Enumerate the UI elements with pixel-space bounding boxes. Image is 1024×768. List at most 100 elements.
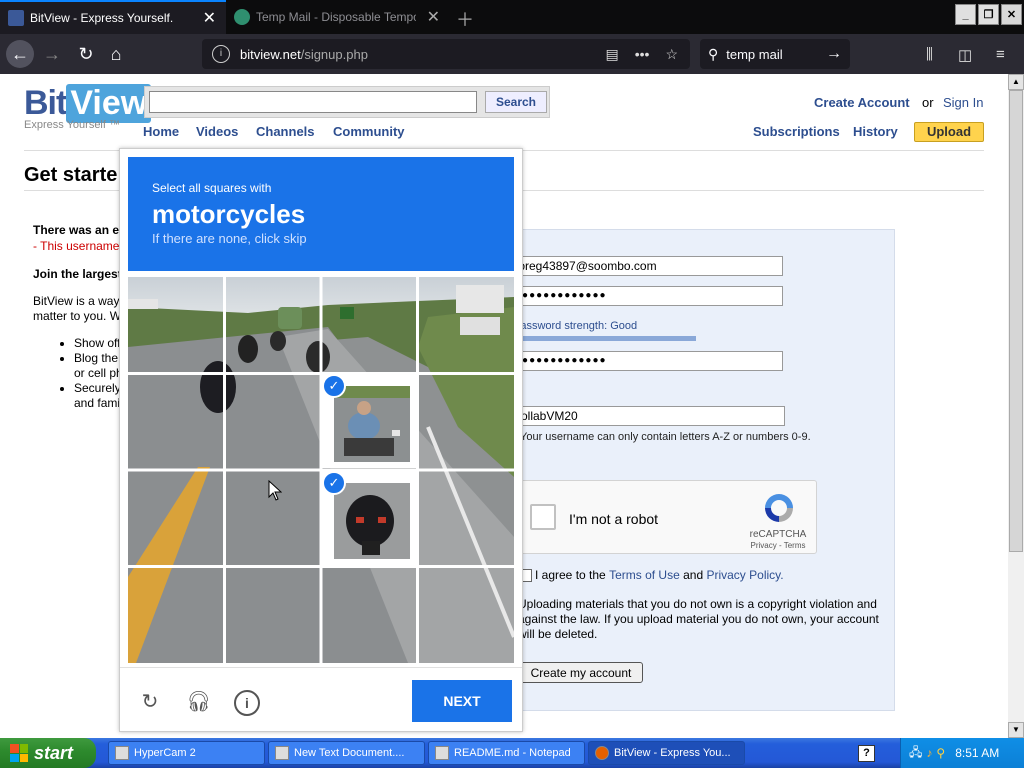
nav-channels[interactable]: Channels xyxy=(256,124,315,139)
mouse-cursor-icon xyxy=(268,480,282,501)
page-title: Get starte xyxy=(24,164,118,186)
history-link[interactable]: History xyxy=(853,124,898,139)
subscriptions-link[interactable]: Subscriptions xyxy=(753,124,840,139)
audio-challenge-headphones-icon[interactable]: 🎧︎ xyxy=(186,690,211,714)
home-icon[interactable]: ⌂ xyxy=(102,40,130,68)
reload-challenge-icon[interactable]: ↻ xyxy=(138,690,162,714)
bookmark-star-icon[interactable]: ☆ xyxy=(665,46,678,63)
tab-close-icon[interactable]: ✕ xyxy=(203,8,216,28)
challenge-instruction: Select all squares with xyxy=(152,181,272,195)
taskbar-item-firefox[interactable]: BitView - Express You... xyxy=(588,741,745,765)
sidebar-icon[interactable]: ◫ xyxy=(958,46,972,64)
join-heading: Join the largest xyxy=(33,267,122,281)
notepad-icon xyxy=(435,746,449,760)
tab-title: Temp Mail - Disposable Temporary E-Mail … xyxy=(256,10,416,24)
bitview-favicon-icon xyxy=(8,10,24,26)
forward-arrow-icon[interactable]: → xyxy=(38,40,66,68)
firefox-icon xyxy=(595,746,609,760)
taskbar-item-hypercam[interactable]: HyperCam 2 xyxy=(108,741,265,765)
privacy-policy-link[interactable]: Privacy Policy. xyxy=(706,568,783,582)
help-info-icon[interactable]: i xyxy=(234,690,260,716)
notepad-icon xyxy=(275,746,289,760)
page-actions-icon[interactable]: ••• xyxy=(635,46,650,63)
nav-home[interactable]: Home xyxy=(143,124,179,139)
scroll-up-icon[interactable]: ▲ xyxy=(1008,74,1024,90)
browser-search-text: temp mail xyxy=(726,46,783,62)
challenge-target: motorcycles xyxy=(152,199,306,229)
reader-view-icon[interactable]: ▤ xyxy=(605,46,618,63)
close-window-button[interactable]: ✕ xyxy=(1001,4,1022,25)
create-account-link[interactable]: Create Account xyxy=(814,95,910,110)
tray-app-icon[interactable]: ♪ xyxy=(926,746,932,760)
start-button[interactable]: start xyxy=(0,738,96,768)
taskbar-item-text-document[interactable]: New Text Document.... xyxy=(268,741,425,765)
confirm-password-field[interactable]: ●●●●●●●●●●●●● xyxy=(510,351,783,371)
create-account-button[interactable]: Create my account xyxy=(519,662,643,683)
list-item: Show off xyxy=(74,336,123,351)
reload-icon[interactable]: ↻ xyxy=(72,40,100,68)
list-item: or cell ph xyxy=(74,366,123,380)
grid-tile-10[interactable]: ✓ xyxy=(322,471,416,565)
upload-button[interactable]: Upload xyxy=(914,122,984,142)
nav-community[interactable]: Community xyxy=(333,124,405,139)
help-question-icon[interactable]: ? xyxy=(858,745,875,762)
search-tray-icon[interactable]: ⚲ xyxy=(936,746,945,760)
list-item: Securely xyxy=(74,381,123,396)
browser-tab-bar: BitView - Express Yourself. ✕ Temp Mail … xyxy=(0,0,1024,34)
tab-close-icon[interactable]: ✕ xyxy=(427,7,440,27)
email-field[interactable]: toreg43897@soombo.com xyxy=(510,256,783,276)
tab-temp-mail[interactable]: Temp Mail - Disposable Temporary E-Mail … xyxy=(226,0,450,34)
menu-hamburger-icon[interactable]: ≡ xyxy=(996,46,1005,63)
recaptcha-label: I'm not a robot xyxy=(569,511,659,527)
site-description: BitView is a way matter to you. W xyxy=(33,294,122,323)
sign-in-link[interactable]: Sign In xyxy=(943,95,983,110)
library-icon[interactable]: ⫼ xyxy=(926,46,933,63)
recaptcha-brand: reCAPTCHA xyxy=(749,529,807,540)
address-url: bitview.net/signup.php xyxy=(240,46,368,62)
terms-of-use-link[interactable]: Terms of Use xyxy=(609,568,680,582)
clock: 8:51 AM xyxy=(955,746,1000,760)
site-search-button[interactable]: Search xyxy=(485,91,547,113)
bitview-logo[interactable]: Bit View Express Yourself ™ xyxy=(24,84,152,131)
hypercam-icon xyxy=(115,746,129,760)
password-strength-text: Password strength: Good xyxy=(513,320,638,332)
new-tab-plus-icon[interactable]: ＋ xyxy=(456,6,474,32)
recaptcha-privacy-terms[interactable]: Privacy - Terms xyxy=(748,541,808,550)
password-strength-bar xyxy=(510,336,696,341)
back-arrow-icon[interactable]: ← xyxy=(6,40,34,68)
next-button[interactable]: NEXT xyxy=(412,680,512,722)
minimize-window-button[interactable]: _ xyxy=(955,4,976,25)
username-hint: Your username can only contain letters A… xyxy=(520,431,811,443)
challenge-header: Select all squares with motorcycles If t… xyxy=(128,157,514,271)
error-message: There was an e - This username xyxy=(33,223,120,253)
site-search-input[interactable] xyxy=(149,91,477,113)
recaptcha-checkbox[interactable] xyxy=(530,504,556,530)
scroll-down-icon[interactable]: ▼ xyxy=(1008,722,1024,738)
restore-window-button[interactable]: ❐ xyxy=(978,4,999,25)
password-field[interactable]: ●●●●●●●●●●●●● xyxy=(510,286,783,306)
taskbar-item-readme[interactable]: README.md - Notepad xyxy=(428,741,585,765)
feature-list: Show off Blog the or cell ph Securely an… xyxy=(62,336,123,411)
address-bar[interactable]: i bitview.net/signup.php ▤ ••• ☆ xyxy=(202,39,690,69)
browser-search-bar[interactable]: ⚲ temp mail → xyxy=(700,39,850,69)
agree-terms-row: I agree to the Terms of Use and Privacy … xyxy=(519,568,784,582)
system-tray: 🖧︎ ♪ ⚲ 8:51 AM xyxy=(900,738,1024,768)
recaptcha-logo-icon xyxy=(765,494,793,522)
grid-tile-6[interactable]: ✓ xyxy=(322,374,416,468)
tile-image-graphic xyxy=(334,386,410,462)
site-info-icon[interactable]: i xyxy=(212,45,230,63)
network-icon[interactable]: 🖧︎ xyxy=(909,743,922,764)
username-field[interactable]: collabVM20 xyxy=(510,406,785,426)
windows-taskbar: start HyperCam 2 New Text Document.... R… xyxy=(0,738,1024,768)
tab-bitview[interactable]: BitView - Express Yourself. ✕ xyxy=(0,0,226,34)
page-scrollbar[interactable]: ▲ ▼ xyxy=(1008,74,1024,738)
nav-videos[interactable]: Videos xyxy=(196,124,238,139)
search-icon: ⚲ xyxy=(708,45,719,62)
scrollbar-thumb[interactable] xyxy=(1009,90,1023,552)
tile-image-graphic xyxy=(334,483,410,559)
challenge-footer: ↻ 🎧︎ i NEXT xyxy=(120,667,522,732)
browser-toolbar: ← → ↻ ⌂ i bitview.net/signup.php ▤ ••• ☆… xyxy=(0,34,1024,74)
challenge-skip-hint: If there are none, click skip xyxy=(152,231,307,246)
selected-check-icon: ✓ xyxy=(322,374,346,398)
search-go-arrow-icon[interactable]: → xyxy=(826,45,842,63)
